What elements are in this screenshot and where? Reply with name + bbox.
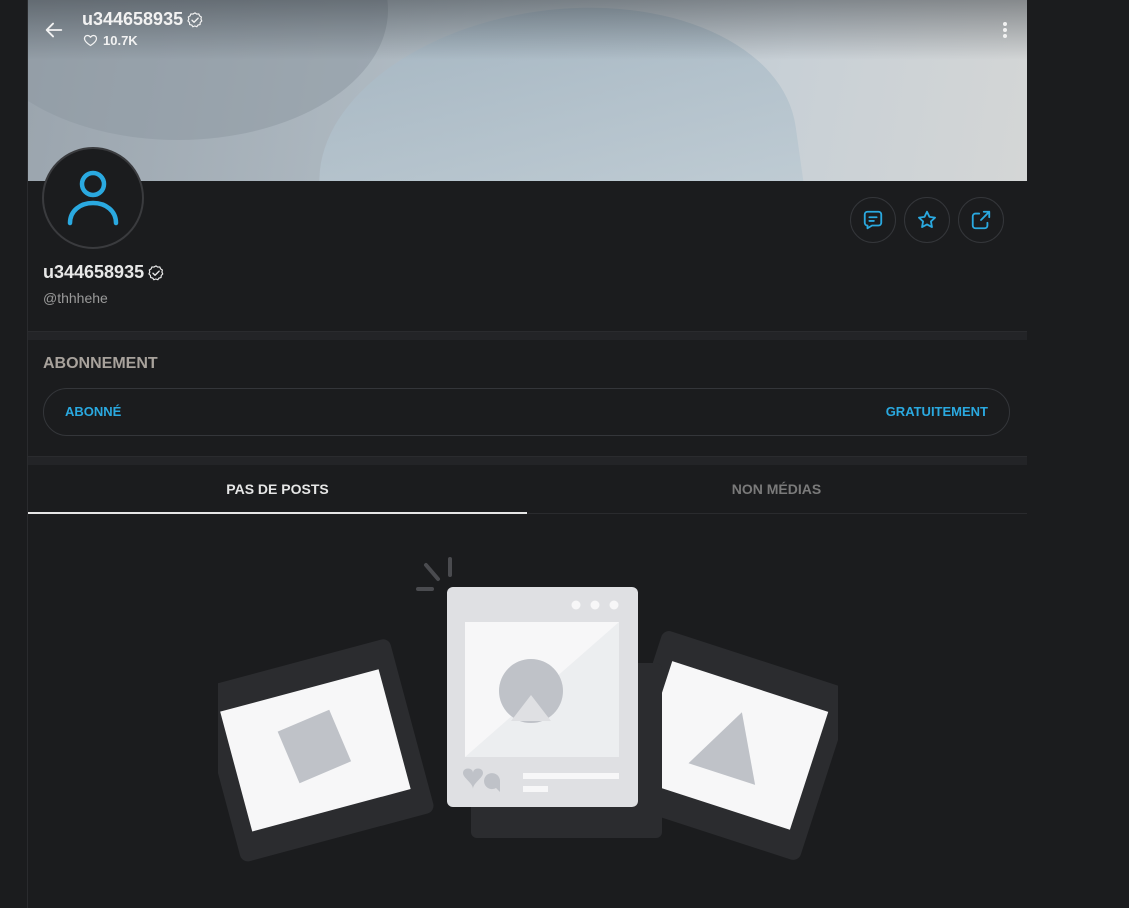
- empty-posts-illustration: [218, 557, 838, 862]
- header-likes: 10.7K: [83, 33, 138, 48]
- share-icon: [971, 210, 991, 230]
- message-button[interactable]: [850, 197, 896, 243]
- left-gutter: [0, 0, 27, 908]
- section-divider: [28, 456, 1027, 465]
- tab-posts[interactable]: PAS DE POSTS: [28, 465, 527, 514]
- favorite-button[interactable]: [904, 197, 950, 243]
- back-button[interactable]: [40, 16, 68, 44]
- verified-badge-icon: [148, 264, 164, 280]
- header-title: u344658935: [82, 9, 204, 30]
- subscription-button[interactable]: ABONNÉ GRATUITEMENT: [43, 388, 1010, 436]
- more-options-button[interactable]: [994, 16, 1016, 44]
- profile-page: u344658935 10.7K u344658935 @thhhehe ABO…: [27, 0, 1027, 908]
- heart-icon: [83, 34, 98, 47]
- posts-tabs: PAS DE POSTS NON MÉDIAS: [28, 465, 1027, 514]
- subscription-title: ABONNEMENT: [43, 355, 158, 372]
- header-username: u344658935: [82, 9, 184, 29]
- verified-badge-icon: [187, 11, 203, 27]
- arrow-left-icon: [45, 22, 63, 38]
- more-vertical-icon: [1003, 22, 1007, 38]
- right-gutter: [1026, 0, 1129, 908]
- share-button[interactable]: [958, 197, 1004, 243]
- user-icon: [67, 170, 119, 226]
- tab-non-media[interactable]: NON MÉDIAS: [527, 465, 1026, 513]
- top-bar: u344658935 10.7K: [28, 0, 1027, 60]
- profile-actions: [850, 197, 1004, 243]
- avatar[interactable]: [42, 147, 144, 249]
- subscription-status: ABONNÉ: [65, 404, 122, 419]
- section-divider: [28, 331, 1027, 340]
- star-icon: [918, 210, 936, 228]
- profile-username: u344658935: [43, 262, 145, 282]
- profile-handle: @thhhehe: [43, 290, 108, 306]
- likes-count: 10.7K: [103, 33, 138, 48]
- subscription-price: GRATUITEMENT: [885, 404, 988, 419]
- message-icon: [863, 210, 883, 230]
- profile-name: u344658935: [43, 262, 165, 283]
